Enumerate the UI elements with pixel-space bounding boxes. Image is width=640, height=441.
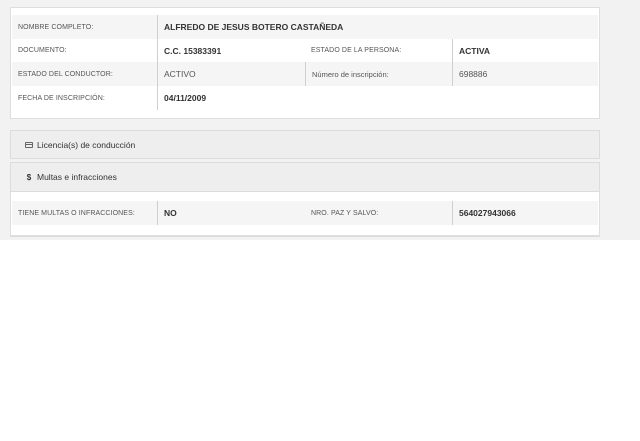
has-fines-cell: NO bbox=[157, 201, 177, 225]
fines-row: TIENE MULTAS O INFRACCIONES: NO NRO. PAZ… bbox=[12, 201, 598, 225]
scrollbar-track[interactable] bbox=[610, 0, 640, 240]
document-value: C.C. 15383391 bbox=[164, 45, 222, 56]
licenses-section-label: Licencia(s) de conducción bbox=[37, 139, 136, 150]
registration-number-value: 698886 bbox=[459, 69, 488, 79]
registration-number-label: Número de inscripción: bbox=[305, 62, 389, 86]
clearance-value: 564027943066 bbox=[459, 208, 516, 218]
fines-section-header[interactable]: $ Multas e infracciones bbox=[10, 162, 600, 192]
document-label: DOCUMENTO: bbox=[18, 47, 67, 54]
registration-date-value: 04/11/2009 bbox=[164, 93, 207, 103]
person-status-cell: ACTIVA bbox=[452, 39, 490, 62]
full-name-label: NOMBRE COMPLETO: bbox=[18, 23, 94, 31]
id-card-icon bbox=[23, 141, 35, 148]
has-fines-label: TIENE MULTAS O INFRACCIONES: bbox=[18, 209, 135, 217]
full-name-value: ALFREDO DE JESUS BOTERO CASTAÑEDA bbox=[164, 22, 344, 32]
licenses-section-header[interactable]: Licencia(s) de conducción bbox=[10, 130, 600, 159]
clearance-label: NRO. PAZ Y SALVO: bbox=[311, 209, 379, 217]
document-cell: C.C. 15383391 bbox=[157, 39, 221, 62]
fines-section-label: Multas e infracciones bbox=[37, 172, 117, 182]
registration-number-cell: 698886 bbox=[452, 62, 487, 86]
registration-date-label: FECHA DE INSCRIPCIÓN: bbox=[18, 94, 105, 102]
has-fines-value: NO bbox=[164, 208, 177, 218]
dollar-icon: $ bbox=[26, 172, 32, 182]
registration-date-row: FECHA DE INSCRIPCIÓN: 04/11/2009 bbox=[12, 86, 598, 110]
panel-bottom-edge bbox=[10, 236, 600, 240]
clearance-cell: 564027943066 bbox=[452, 201, 516, 225]
full-name-cell: ALFREDO DE JESUS BOTERO CASTAÑEDA bbox=[157, 15, 343, 39]
document-row: DOCUMENTO: C.C. 15383391 ESTADO DE LA PE… bbox=[12, 39, 598, 62]
registration-date-cell: 04/11/2009 bbox=[157, 86, 206, 110]
full-name-row: NOMBRE COMPLETO: ALFREDO DE JESUS BOTERO… bbox=[12, 15, 598, 39]
driver-status-label: ESTADO DEL CONDUCTOR: bbox=[18, 70, 113, 78]
person-status-value: ACTIVA bbox=[459, 45, 491, 56]
fines-details-panel: TIENE MULTAS O INFRACCIONES: NO NRO. PAZ… bbox=[10, 192, 600, 236]
driver-status-row: ESTADO DEL CONDUCTOR: ACTIVO Número de i… bbox=[12, 62, 598, 86]
driver-status-value: ACTIVO bbox=[164, 69, 196, 79]
driver-status-cell: ACTIVO bbox=[157, 62, 196, 86]
person-status-label: ESTADO DE LA PERSONA: bbox=[311, 47, 402, 54]
person-details-panel: NOMBRE COMPLETO: ALFREDO DE JESUS BOTERO… bbox=[10, 7, 600, 119]
